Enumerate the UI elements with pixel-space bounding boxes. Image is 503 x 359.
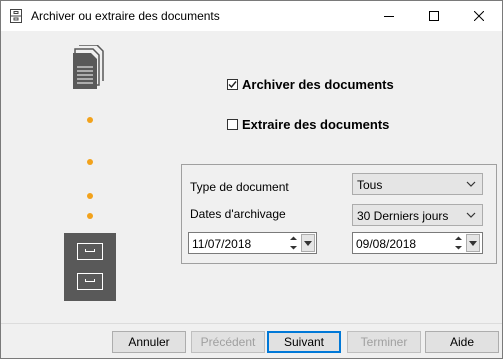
chevron-down-icon bbox=[466, 212, 476, 218]
checkbox-box[interactable] bbox=[227, 118, 238, 130]
spin-up-icon bbox=[290, 236, 297, 240]
archive-cabinet-icon bbox=[64, 233, 116, 301]
archive-label: Archiver des documents bbox=[242, 76, 394, 92]
maximize-button[interactable] bbox=[412, 1, 457, 31]
archive-checkbox[interactable]: Archiver des documents bbox=[227, 76, 394, 92]
finish-button[interactable]: Terminer bbox=[347, 331, 421, 353]
date-from-value: 11/07/2018 bbox=[192, 237, 252, 251]
window-title: Archiver ou extraire des documents bbox=[31, 9, 220, 23]
chevron-down-icon bbox=[469, 241, 477, 246]
date-from-dropdown[interactable] bbox=[301, 234, 315, 252]
extract-label: Extraire des documents bbox=[242, 116, 390, 132]
progress-dot bbox=[87, 159, 93, 165]
spin-down-icon bbox=[455, 246, 462, 250]
help-button[interactable]: Aide bbox=[425, 331, 499, 353]
title-bar: Archiver ou extraire des documents bbox=[1, 1, 502, 31]
spin-up-icon bbox=[455, 236, 462, 240]
progress-dot bbox=[87, 117, 93, 123]
spin-down-icon bbox=[290, 246, 297, 250]
cabinet-drawer bbox=[77, 243, 103, 260]
dates-value: 30 Derniers jours bbox=[357, 209, 449, 223]
doc-type-value: Tous bbox=[357, 178, 383, 192]
chevron-down-icon bbox=[304, 241, 312, 246]
minimize-button[interactable] bbox=[367, 1, 412, 31]
close-icon bbox=[474, 11, 484, 21]
extract-checkbox[interactable]: Extraire des documents bbox=[227, 116, 389, 132]
date-from-picker[interactable]: 11/07/2018 bbox=[188, 232, 317, 254]
previous-button[interactable]: Précédent bbox=[191, 331, 265, 353]
dialog-window: Archiver ou extraire des documents Archi… bbox=[0, 0, 503, 359]
date-from-spinner[interactable] bbox=[287, 234, 300, 252]
dates-label: Dates d'archivage bbox=[190, 207, 286, 221]
date-to-spinner[interactable] bbox=[452, 234, 465, 252]
minimize-icon bbox=[384, 16, 394, 17]
date-to-dropdown[interactable] bbox=[466, 234, 480, 252]
doc-type-label: Type de document bbox=[190, 180, 289, 194]
dates-select[interactable]: 30 Derniers jours bbox=[352, 204, 483, 226]
maximize-icon bbox=[429, 11, 439, 21]
cabinet-drawer bbox=[77, 273, 103, 290]
date-to-value: 09/08/2018 bbox=[356, 237, 417, 251]
close-button[interactable] bbox=[457, 1, 502, 31]
checkbox-box[interactable] bbox=[227, 78, 238, 90]
chevron-down-icon bbox=[466, 181, 476, 187]
checkmark-icon bbox=[228, 80, 237, 88]
progress-dot bbox=[87, 193, 93, 199]
doc-type-select[interactable]: Tous bbox=[352, 173, 483, 195]
progress-dot bbox=[87, 213, 93, 219]
next-button[interactable]: Suivant bbox=[267, 331, 341, 353]
app-icon bbox=[10, 9, 22, 23]
date-to-picker[interactable]: 09/08/2018 bbox=[352, 232, 483, 254]
document-icon bbox=[73, 45, 104, 89]
cancel-button[interactable]: Annuler bbox=[112, 331, 186, 353]
footer-separator bbox=[1, 323, 502, 324]
